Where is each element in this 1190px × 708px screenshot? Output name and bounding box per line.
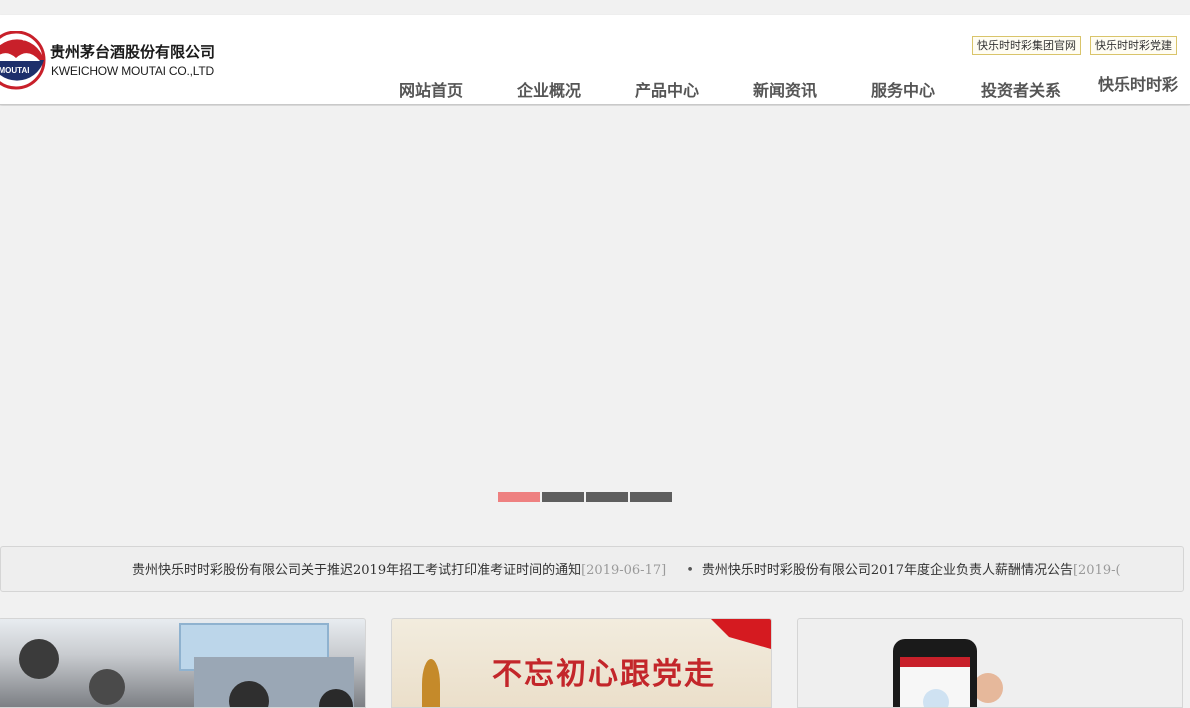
ticker-item-title[interactable]: 贵州快乐时时彩股份有限公司关于推迟2019年招工考试打印准考证时间的通知: [132, 563, 581, 578]
banner-dot-1[interactable]: [498, 492, 540, 502]
feature-card-app[interactable]: [797, 618, 1183, 708]
site-header: MOUTAI 贵州茅台酒股份有限公司 KWEICHOW MOUTAI CO.,L…: [0, 15, 1190, 128]
feature-card-party[interactable]: 不忘初心跟党走: [391, 618, 772, 708]
ticker-track: 贵州快乐时时彩股份有限公司关于推迟2019年招工考试打印准考证时间的通知[201…: [132, 559, 1121, 578]
top-strip: [0, 0, 1190, 15]
logo-name-en: KWEICHOW MOUTAI CO.,LTD: [51, 64, 214, 78]
nav-investor-relations[interactable]: 投资者关系: [962, 77, 1080, 101]
ticker-item-date: [2019-06-17]: [581, 563, 667, 578]
banner-pagination: [498, 492, 672, 502]
flag-image: [711, 619, 771, 649]
group-site-link[interactable]: 快乐时时彩集团官网: [972, 36, 1081, 55]
banner-dot-2[interactable]: [542, 492, 584, 502]
banner-dot-3[interactable]: [586, 492, 628, 502]
moutai-emblem-icon: MOUTAI: [0, 31, 46, 90]
tower-image: [422, 659, 440, 707]
party-slogan: 不忘初心跟党走: [492, 657, 716, 692]
banner-dot-4[interactable]: [630, 492, 672, 502]
nav-company-overview[interactable]: 企业概况: [490, 77, 608, 101]
news-ticker: 贵州快乐时时彩股份有限公司关于推迟2019年招工考试打印准考证时间的通知[201…: [0, 546, 1184, 592]
logo-name-cn: 贵州茅台酒股份有限公司: [50, 43, 216, 61]
emblem-text: MOUTAI: [0, 66, 29, 75]
nav-home[interactable]: 网站首页: [372, 77, 490, 101]
top-links: 快乐时时彩集团官网 快乐时时彩党建: [972, 36, 1177, 55]
nav-news[interactable]: 新闻资讯: [726, 77, 844, 101]
nav-service-center[interactable]: 服务中心: [844, 77, 962, 101]
nav-product-center[interactable]: 产品中心: [608, 77, 726, 101]
ticker-item-date: [2019-(: [1072, 563, 1121, 578]
feature-card-photo[interactable]: [0, 618, 366, 708]
hand-image: [973, 673, 1003, 703]
phone-app-bar: [900, 657, 970, 667]
person-image: [19, 639, 59, 679]
hero-banner[interactable]: [0, 106, 1190, 531]
party-building-link[interactable]: 快乐时时彩党建: [1090, 36, 1177, 55]
ticker-bullet: •: [686, 563, 694, 578]
ticker-item-title[interactable]: 贵州快乐时时彩股份有限公司2017年度企业负责人薪酬情况公告: [702, 563, 1073, 578]
app-circle-icon: [923, 689, 949, 707]
